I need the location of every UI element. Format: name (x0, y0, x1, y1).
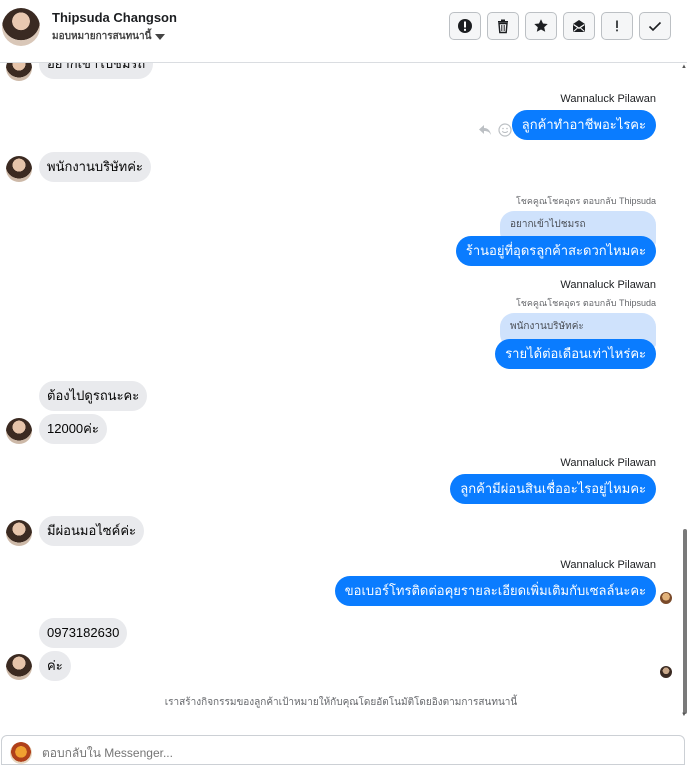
reply-input[interactable] (40, 745, 644, 761)
scroll-up-arrow-icon[interactable]: ▲ (681, 64, 687, 70)
mark-unread-button[interactable] (563, 12, 595, 40)
assign-conversation-dropdown[interactable]: มอบหมายการสนทนานี้ (52, 29, 166, 44)
conversation-toolbar (449, 12, 671, 40)
incoming-message[interactable]: มีผ่อนมอไซค์ค่ะ (39, 516, 144, 546)
page-avatar (10, 742, 32, 764)
incoming-message[interactable]: ค่ะ (39, 651, 71, 681)
contact-avatar-small[interactable] (6, 156, 32, 182)
message-actions (478, 123, 512, 137)
incoming-message[interactable]: ต้องไปดูรถนะคะ (39, 381, 148, 411)
outgoing-message[interactable]: รายได้ต่อเดือนเท่าไหร่คะ (495, 339, 656, 369)
outgoing-message[interactable]: ลูกค้ามีผ่อนสินเชื่ออะไรอยู่ไหมคะ (450, 474, 656, 504)
follow-up-button[interactable] (601, 12, 633, 40)
automation-note: เราสร้างกิจกรรมของลูกค้าเป้าหมายให้กับคุ… (164, 697, 518, 708)
seen-receipt-avatar (660, 666, 672, 678)
exclamation-icon (616, 20, 618, 32)
sender-name: Wannaluck Pilawan (560, 279, 656, 291)
message-composer (1, 735, 685, 765)
reply-icon[interactable] (478, 123, 492, 137)
incoming-message[interactable]: 12000ค่ะ (39, 414, 107, 444)
seen-receipt-avatar (660, 592, 672, 604)
scroll-down-arrow-icon[interactable]: ▼ (681, 712, 687, 718)
incoming-message[interactable]: 0973182630 (39, 618, 128, 648)
star-icon (534, 19, 548, 32)
outgoing-message[interactable]: ร้านอยู่ที่อุดรลูกค้าสะดวกไหมคะ (455, 236, 656, 266)
sender-name: Wannaluck Pilawan (560, 559, 656, 571)
delete-button[interactable] (487, 12, 519, 40)
incoming-message[interactable]: พนักงานบริษัทค่ะ (39, 152, 151, 182)
message-thread[interactable]: อยากเข้าไปชมรถ Wannaluck Pilawan ลูกค้าท… (0, 63, 682, 733)
done-button[interactable] (639, 12, 671, 40)
caret-down-icon (155, 33, 166, 40)
mark-unread-icon (573, 20, 585, 32)
conversation-header: Thipsuda Changson มอบหมายการสนทนานี้ (0, 0, 687, 63)
contact-avatar[interactable] (2, 8, 40, 46)
scrollbar-thumb[interactable] (683, 529, 687, 714)
contact-avatar-small[interactable] (6, 654, 32, 680)
spam-button[interactable] (449, 12, 481, 40)
trash-icon (498, 19, 508, 34)
reply-context: โชคคูณโชคอุดร ตอบกลับ Thipsuda (515, 196, 656, 206)
reply-context: โชคคูณโชคอุดร ตอบกลับ Thipsuda (515, 298, 656, 308)
assign-conversation-label: มอบหมายการสนทนานี้ (52, 31, 152, 42)
sender-name: Wannaluck Pilawan (560, 93, 656, 105)
contact-name[interactable]: Thipsuda Changson (52, 10, 177, 25)
incoming-message[interactable]: อยากเข้าไปชมรถ (39, 63, 154, 79)
outgoing-message[interactable]: ลูกค้าทำอาชีพอะไรคะ (511, 110, 656, 140)
contact-avatar-small[interactable] (6, 63, 32, 81)
emoji-reaction-icon[interactable] (498, 123, 512, 137)
thread-scrollbar[interactable] (682, 63, 687, 723)
alert-circle-icon (458, 19, 472, 33)
check-icon (648, 21, 662, 32)
contact-avatar-small[interactable] (6, 418, 32, 444)
outgoing-message[interactable]: ขอเบอร์โทรติดต่อคุยรายละเอียดเพิ่มเติมกั… (334, 576, 656, 606)
sender-name: Wannaluck Pilawan (560, 457, 656, 469)
contact-avatar-small[interactable] (6, 520, 32, 546)
star-button[interactable] (525, 12, 557, 40)
